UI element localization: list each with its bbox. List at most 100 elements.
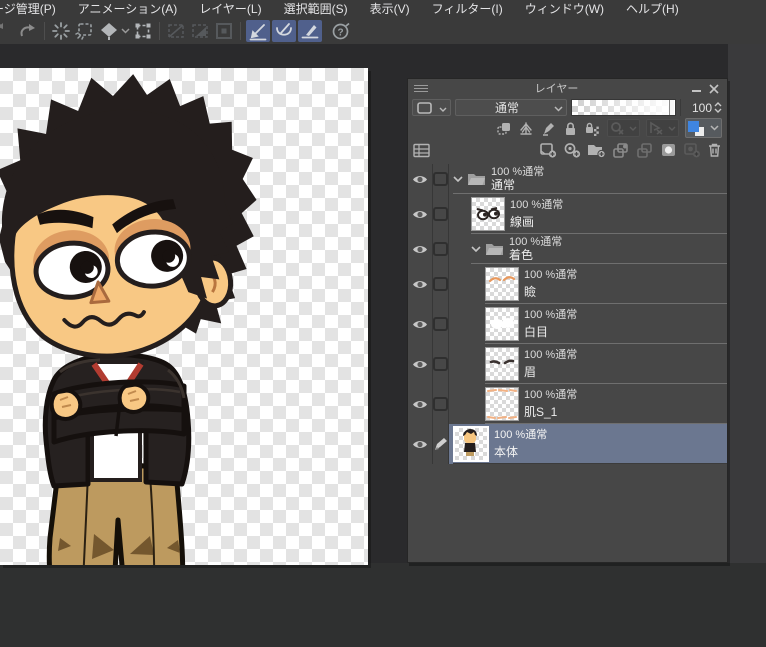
blend-mode-dropdown[interactable]: 通常 bbox=[455, 99, 567, 116]
menu-item-help[interactable]: ヘルプ(H) bbox=[615, 0, 690, 17]
menu-item-page-management[interactable]: ージ管理(P) bbox=[0, 0, 67, 17]
layer-name[interactable]: 肌S_1 bbox=[524, 406, 577, 419]
crop-icon[interactable] bbox=[131, 20, 155, 42]
panel-close-button[interactable] bbox=[707, 82, 721, 94]
layers-panel-titlebar[interactable]: レイヤー bbox=[408, 79, 727, 97]
layer-name[interactable]: 通常 bbox=[491, 179, 544, 192]
layer-row-main[interactable]: 100 %通常 眉 bbox=[449, 344, 727, 384]
lock-layer-icon[interactable] bbox=[562, 121, 578, 136]
layer-row-folder-chakushoku[interactable]: 100 %通常 着色 bbox=[408, 234, 727, 264]
layer-name[interactable]: 線画 bbox=[510, 216, 563, 229]
menu-item-layer[interactable]: レイヤー(L) bbox=[188, 0, 272, 17]
layer-visibility-toggle[interactable] bbox=[408, 344, 433, 384]
merge-with-below-icon[interactable] bbox=[636, 142, 654, 158]
rotate-reset-icon[interactable] bbox=[49, 20, 73, 42]
layer-name[interactable]: 着色 bbox=[509, 249, 562, 262]
new-layer-folder-icon[interactable] bbox=[587, 142, 606, 158]
layer-visibility-toggle[interactable] bbox=[408, 384, 433, 424]
layer-name[interactable]: 眉 bbox=[524, 366, 577, 379]
undo-icon[interactable] bbox=[0, 20, 16, 42]
layer-opacity-label: 100 %通常 bbox=[524, 389, 577, 402]
layer-checkbox[interactable] bbox=[433, 234, 449, 264]
expand-chevron-icon[interactable] bbox=[453, 176, 463, 182]
layer-thumbnail[interactable] bbox=[471, 197, 505, 231]
menu-item-animation[interactable]: アニメーション(A) bbox=[67, 0, 189, 17]
spin-up-icon[interactable] bbox=[714, 102, 722, 107]
layer-checkbox[interactable] bbox=[433, 384, 449, 424]
layer-color-dropdown[interactable] bbox=[685, 118, 722, 138]
layer-checkbox[interactable] bbox=[433, 264, 449, 304]
layer-visibility-toggle[interactable] bbox=[408, 264, 433, 304]
layer-thumbnail[interactable] bbox=[485, 267, 519, 301]
layer-thumbnail[interactable] bbox=[453, 426, 489, 462]
layer-row-hada-s1[interactable]: 100 %通常 肌S_1 bbox=[408, 384, 727, 424]
layer-checkbox[interactable] bbox=[433, 164, 449, 194]
palette-color-dropdown[interactable] bbox=[412, 99, 451, 116]
deselect-icon[interactable] bbox=[73, 20, 97, 42]
layer-thumbnail[interactable] bbox=[485, 387, 519, 421]
layer-row-shirome[interactable]: 100 %通常 白目 bbox=[408, 304, 727, 344]
opacity-spinner[interactable] bbox=[714, 102, 722, 113]
layer-row-main[interactable]: 100 %通常 肌S_1 bbox=[449, 384, 727, 424]
layer-visibility-toggle[interactable] bbox=[408, 234, 433, 264]
panel-menu-icon[interactable] bbox=[414, 85, 428, 92]
layer-name[interactable]: 瞼 bbox=[524, 286, 577, 299]
snap-to-ruler-icon[interactable] bbox=[246, 20, 270, 42]
layer-row-folder-tsujo[interactable]: 100 %通常 通常 bbox=[408, 164, 727, 194]
layer-checkbox[interactable] bbox=[433, 194, 449, 234]
new-raster-layer-icon[interactable] bbox=[539, 142, 557, 158]
expand-chevron-icon[interactable] bbox=[471, 246, 481, 252]
layer-row-main[interactable]: 100 %通常 着色 bbox=[449, 234, 727, 264]
layer-visibility-toggle[interactable] bbox=[408, 164, 433, 194]
help-icon[interactable]: ? bbox=[329, 20, 353, 42]
palette-display-icon[interactable] bbox=[413, 143, 430, 158]
draft-layer-icon[interactable] bbox=[540, 121, 556, 136]
reference-layer-icon[interactable] bbox=[518, 121, 534, 136]
menu-item-selection[interactable]: 選択範囲(S) bbox=[273, 0, 359, 17]
snap-to-special-ruler-icon[interactable] bbox=[272, 20, 296, 42]
opacity-value-box[interactable]: 100 bbox=[680, 99, 723, 116]
layer-row-mayu[interactable]: 100 %通常 眉 bbox=[408, 344, 727, 384]
layer-row-hontai[interactable]: 100 %通常 本体 bbox=[408, 424, 727, 464]
canvas[interactable] bbox=[0, 68, 368, 565]
fill-dropdown-chevron[interactable] bbox=[121, 20, 131, 42]
new-vector-layer-icon[interactable] bbox=[563, 142, 581, 158]
checkbox-icon bbox=[433, 172, 448, 186]
layer-visibility-toggle[interactable] bbox=[408, 304, 433, 344]
layer-row-main[interactable]: 100 %通常 瞼 bbox=[449, 264, 727, 304]
checkbox-icon bbox=[433, 277, 448, 291]
create-layer-mask-icon[interactable] bbox=[660, 142, 677, 158]
layer-checkbox[interactable] bbox=[433, 304, 449, 344]
layer-thumbnail[interactable] bbox=[485, 307, 519, 341]
menu-item-window[interactable]: ウィンドウ(W) bbox=[514, 0, 615, 17]
fill-icon[interactable] bbox=[97, 20, 121, 42]
layer-row-main[interactable]: 100 %通常 通常 bbox=[449, 164, 727, 194]
layer-row-main[interactable]: 100 %通常 線画 bbox=[449, 194, 727, 234]
snap-to-grid-icon[interactable] bbox=[298, 20, 322, 42]
layer-name[interactable]: 本体 bbox=[494, 446, 547, 459]
layer-row-main[interactable]: 100 %通常 白目 bbox=[449, 304, 727, 344]
menu-item-view[interactable]: 表示(V) bbox=[359, 0, 421, 17]
lock-transparent-pixels-icon[interactable] bbox=[584, 121, 601, 136]
panel-minimize-button[interactable] bbox=[689, 82, 703, 94]
command-bar: ? bbox=[0, 17, 766, 44]
menu-bar: ージ管理(P) アニメーション(A) レイヤー(L) 選択範囲(S) 表示(V)… bbox=[0, 0, 766, 17]
opacity-slider-handle[interactable] bbox=[669, 100, 674, 115]
layer-row-senga[interactable]: 100 %通常 線画 bbox=[408, 194, 727, 234]
spin-down-icon[interactable] bbox=[714, 108, 722, 113]
eye-icon bbox=[412, 209, 428, 220]
layer-visibility-toggle[interactable] bbox=[408, 424, 433, 464]
delete-layer-icon[interactable] bbox=[707, 142, 722, 158]
layer-row-main-selected[interactable]: 100 %通常 本体 bbox=[449, 424, 727, 464]
opacity-slider[interactable] bbox=[571, 99, 676, 116]
layer-name[interactable]: 白目 bbox=[524, 326, 577, 339]
layer-visibility-toggle[interactable] bbox=[408, 194, 433, 234]
clip-to-layer-below-icon[interactable] bbox=[496, 121, 512, 136]
layer-checkbox[interactable] bbox=[433, 344, 449, 384]
redo-icon[interactable] bbox=[16, 20, 40, 42]
layer-row-mabuta[interactable]: 100 %通常 瞼 bbox=[408, 264, 727, 304]
menu-item-filter[interactable]: フィルター(I) bbox=[421, 0, 514, 17]
transfer-to-below-icon[interactable] bbox=[612, 142, 630, 158]
layer-thumbnail[interactable] bbox=[485, 347, 519, 381]
frame-disabled-icon bbox=[212, 20, 236, 42]
